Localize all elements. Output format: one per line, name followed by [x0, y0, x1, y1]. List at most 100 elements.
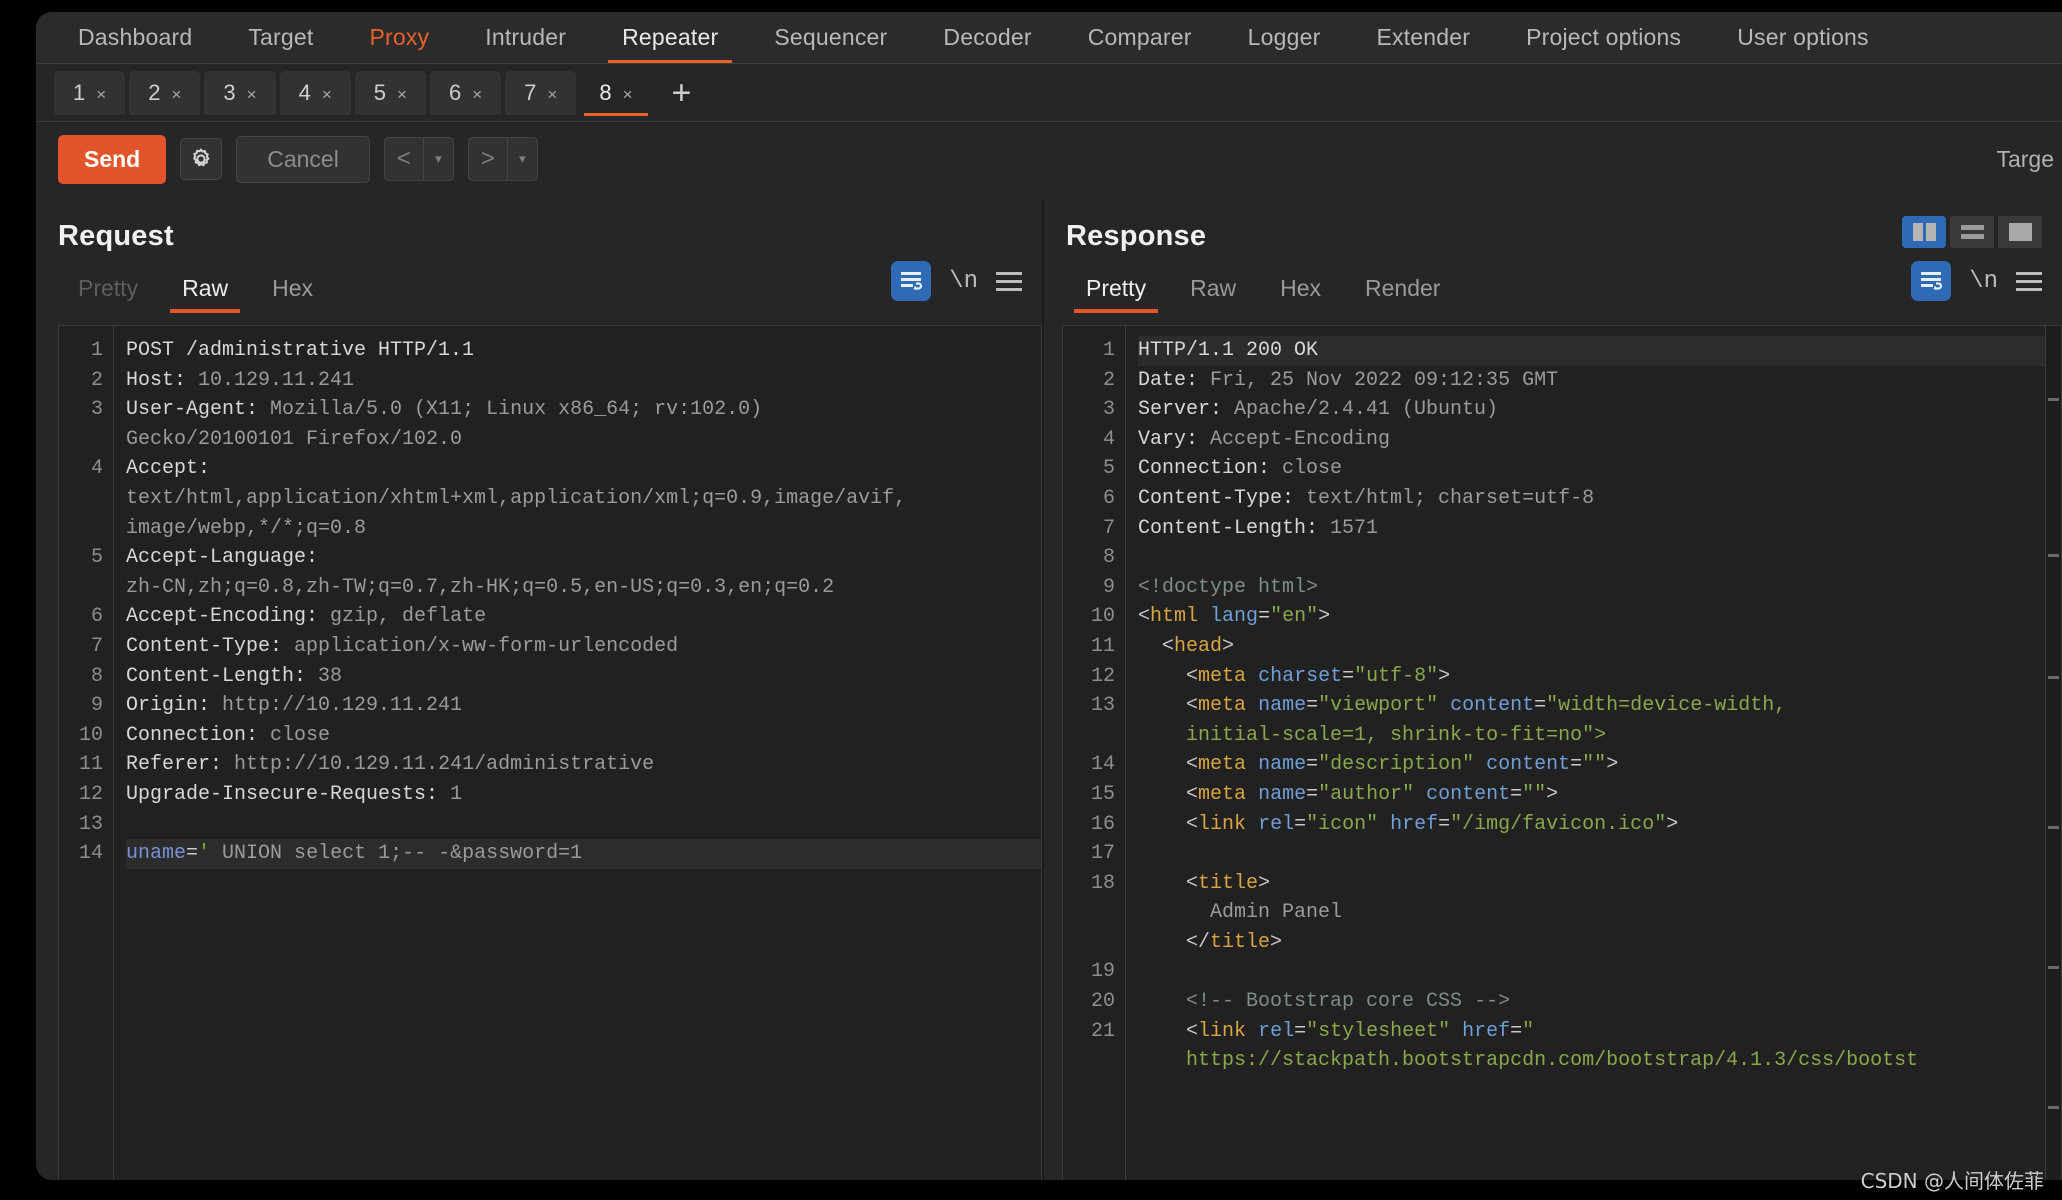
code-token: < — [1138, 753, 1199, 777]
line-number — [59, 514, 113, 544]
code-token: name — [1258, 753, 1307, 777]
close-icon[interactable]: × — [171, 73, 181, 117]
request-body-text[interactable]: POST /administrative HTTP/1.1 Host: 10.12… — [113, 326, 1041, 1180]
code-token: Content-Length: — [126, 664, 319, 688]
code-token: name — [1258, 694, 1307, 718]
cancel-button[interactable]: Cancel — [236, 135, 370, 183]
code-token: > — [1546, 782, 1559, 806]
repeater-tab-2[interactable]: 2 × — [129, 70, 201, 117]
code-token: = — [1294, 1019, 1307, 1043]
show-newlines-toggle[interactable]: \n — [949, 268, 978, 295]
code-token: > — [1222, 634, 1235, 658]
code-line: Date: Fri, 25 Nov 2022 09:12:35 GMT — [1138, 366, 2061, 396]
line-number: 5 — [1102, 457, 1115, 481]
line-number: 16 — [1090, 812, 1115, 836]
repeater-tab-5[interactable]: 5 × — [354, 70, 426, 117]
request-view-tab-raw[interactable]: Raw — [162, 271, 248, 313]
main-tab-decoder[interactable]: Decoder — [915, 12, 1059, 63]
close-icon[interactable]: × — [247, 73, 257, 117]
single-pane-button[interactable] — [1998, 216, 2042, 248]
line-number: 19 — [1090, 960, 1115, 984]
layout-mode-buttons[interactable] — [1902, 216, 2042, 248]
main-tab-intruder[interactable]: Intruder — [457, 12, 594, 63]
split-horizontal-button[interactable] — [1950, 216, 1994, 248]
repeater-tab-strip[interactable]: 1 × 2 × 3 × 4 × 5 × 6 × 7 × 8 × + — [36, 64, 2062, 122]
main-tab-dashboard[interactable]: Dashboard — [50, 12, 220, 63]
response-view-tab-render[interactable]: Render — [1345, 271, 1460, 313]
main-navigation-tabs[interactable]: Dashboard Target Proxy Intruder Repeater Sequ… — [36, 12, 2062, 64]
word-wrap-toggle[interactable] — [1911, 261, 1952, 301]
main-tab-sequencer[interactable]: Sequencer — [746, 12, 915, 63]
repeater-tab-8[interactable]: 8 × — [580, 70, 652, 117]
repeater-tab-label: 2 — [148, 79, 161, 105]
code-token: html — [1150, 605, 1199, 629]
chevron-down-icon[interactable]: ▾ — [506, 138, 537, 180]
code-token: Server: — [1138, 398, 1235, 422]
main-tab-repeater[interactable]: Repeater — [594, 12, 746, 63]
repeater-tab-1[interactable]: 1 × — [54, 70, 126, 117]
response-body-text[interactable]: HTTP/1.1 200 OK Date: Fri, 25 Nov 2022 09… — [1125, 326, 2061, 1180]
code-token: HTTP/1.1 200 OK — [1138, 339, 1319, 362]
response-view-tab-hex[interactable]: Hex — [1260, 271, 1341, 313]
close-icon[interactable]: × — [547, 73, 557, 117]
code-line: image/webp,*/*;q=0.8 — [126, 514, 1041, 544]
send-button[interactable]: Send — [58, 134, 167, 184]
add-tab-button[interactable]: + — [656, 76, 708, 110]
settings-gear-button[interactable] — [180, 138, 223, 180]
line-number: 6 — [1102, 486, 1115, 510]
code-token: < — [1138, 634, 1175, 658]
hamburger-menu-icon[interactable] — [996, 271, 1022, 291]
search-match-minimap[interactable] — [2045, 326, 2061, 1180]
code-token: "" — [1582, 753, 1607, 777]
code-token: uname — [126, 842, 187, 866]
code-line: zh-CN,zh;q=0.8,zh-TW;q=0.7,zh-HK;q=0.5,e… — [126, 573, 1041, 603]
previous-request-button[interactable]: < ▾ — [383, 137, 454, 181]
main-tab-target[interactable]: Target — [220, 12, 341, 63]
response-editor[interactable]: 1 2 3 4 5 6 7 8 9 10 11 12 13 14 15 16 17 18 19 20 21 HTTP/1… — [1062, 325, 2062, 1180]
repeater-tab-7[interactable]: 7 × — [505, 70, 577, 117]
code-line: https://stackpath.bootstrapcdn.com/boots… — [1138, 1046, 2061, 1076]
main-tab-extender[interactable]: Extender — [1348, 12, 1498, 63]
line-number: 8 — [1102, 546, 1115, 570]
main-tab-logger[interactable]: Logger — [1220, 12, 1349, 63]
request-view-tab-pretty: Pretty — [78, 275, 139, 301]
line-number: 20 — [1090, 990, 1115, 1014]
main-tab-proxy[interactable]: Proxy — [341, 12, 457, 63]
word-wrap-toggle[interactable] — [891, 261, 932, 301]
close-icon[interactable]: × — [623, 73, 633, 117]
next-request-button[interactable]: > ▾ — [467, 137, 538, 181]
hamburger-menu-icon[interactable] — [2016, 271, 2042, 291]
code-token: Admin Panel — [1138, 901, 1343, 925]
main-tab-user-options[interactable]: User options — [1709, 12, 1897, 63]
close-icon[interactable]: × — [397, 73, 407, 117]
request-view-tab-hex[interactable]: Hex — [252, 271, 333, 313]
code-line: text/html,application/xhtml+xml,applicat… — [126, 484, 1041, 514]
code-token: "en" — [1270, 605, 1319, 629]
code-line: Server: Apache/2.4.41 (Ubuntu) — [1138, 395, 2061, 425]
code-token: < — [1138, 664, 1199, 688]
response-view-tab-pretty[interactable]: Pretty — [1066, 271, 1166, 313]
main-tab-comparer[interactable]: Comparer — [1060, 12, 1220, 63]
code-line: POST /administrative HTTP/1.1 — [126, 336, 1041, 366]
show-newlines-toggle[interactable]: \n — [1969, 268, 1998, 295]
response-view-tab-raw[interactable]: Raw — [1170, 271, 1256, 313]
code-line: <!-- Bootstrap core CSS --> — [1138, 987, 2061, 1017]
request-editor[interactable]: 1 2 3 4 5 6 7 8 9 10 11 12 13 14 POST /administrative… — [58, 325, 1042, 1180]
main-tab-project-options[interactable]: Project options — [1498, 12, 1709, 63]
close-icon[interactable]: × — [322, 73, 332, 117]
close-icon[interactable]: × — [96, 73, 106, 117]
line-number: 9 — [90, 694, 103, 718]
repeater-tab-4[interactable]: 4 × — [279, 70, 351, 117]
code-token: User-Agent: — [126, 398, 271, 422]
code-line: Host: 10.129.11.241 — [126, 366, 1041, 396]
code-token: = — [1258, 605, 1271, 629]
chevron-down-icon[interactable]: ▾ — [422, 138, 453, 180]
repeater-tab-6[interactable]: 6 × — [429, 70, 502, 117]
code-token: Content-Length: — [1138, 516, 1331, 540]
code-token: Fri, 25 Nov 2022 09:12:35 GMT — [1210, 368, 1559, 392]
split-vertical-button[interactable] — [1902, 216, 1946, 248]
close-icon[interactable]: × — [472, 73, 482, 117]
code-line: <!doctype html> — [1138, 573, 2061, 603]
repeater-tab-3[interactable]: 3 × — [204, 70, 276, 117]
